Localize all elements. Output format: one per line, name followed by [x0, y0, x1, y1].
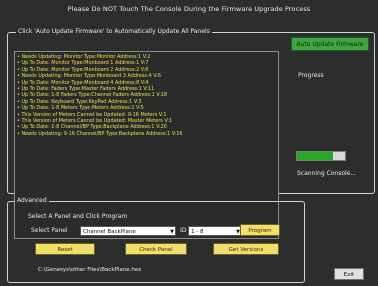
scan-status-text: Scanning Console... [297, 170, 357, 177]
advanced-group: Advanced Select A Panel and Click Progra… [7, 197, 305, 283]
select-panel-label: Select Panel [31, 227, 68, 234]
id-select-value: 1 - 8 [191, 229, 204, 235]
program-button[interactable]: Program [240, 224, 280, 236]
auto-update-firmware-button[interactable]: Auto Update Firmware [291, 37, 369, 51]
panel-select[interactable]: Channel BackPlane ▼ [80, 226, 176, 236]
panel-select-value: Channel BackPlane [83, 229, 136, 235]
get-versions-button[interactable]: Get Versions [213, 243, 279, 255]
advanced-group-legend: Advanced [15, 197, 49, 204]
progress-label: Progress [298, 72, 324, 79]
firmware-upgrade-screen: Please Do NOT Touch The Console During t… [0, 0, 378, 286]
id-label: ID [180, 227, 187, 234]
reset-button[interactable]: Reset [35, 243, 95, 255]
progress-bar-fill [297, 152, 333, 160]
firmware-file-path: C:\Genesys\other Files\BackPlane.hex [38, 267, 142, 273]
progress-bar [296, 151, 346, 161]
log-line: • Needs Updating: 9-16 Channel/BP Type:B… [17, 130, 183, 137]
exit-button[interactable]: Exit [334, 268, 364, 280]
chevron-down-icon: ▼ [170, 229, 174, 235]
id-select[interactable]: 1 - 8 ▼ [188, 226, 242, 236]
warning-message: Please Do NOT Touch The Console During t… [67, 5, 311, 13]
auto-update-group-legend: Click 'Auto Update Firmware' to Automati… [16, 28, 212, 35]
advanced-instruction: Select A Panel and Click Program [28, 213, 128, 220]
check-panel-button[interactable]: Check Panel [125, 243, 187, 255]
log-lines-container: • Needs Updating: Monitor Type:Monitor A… [15, 52, 278, 137]
